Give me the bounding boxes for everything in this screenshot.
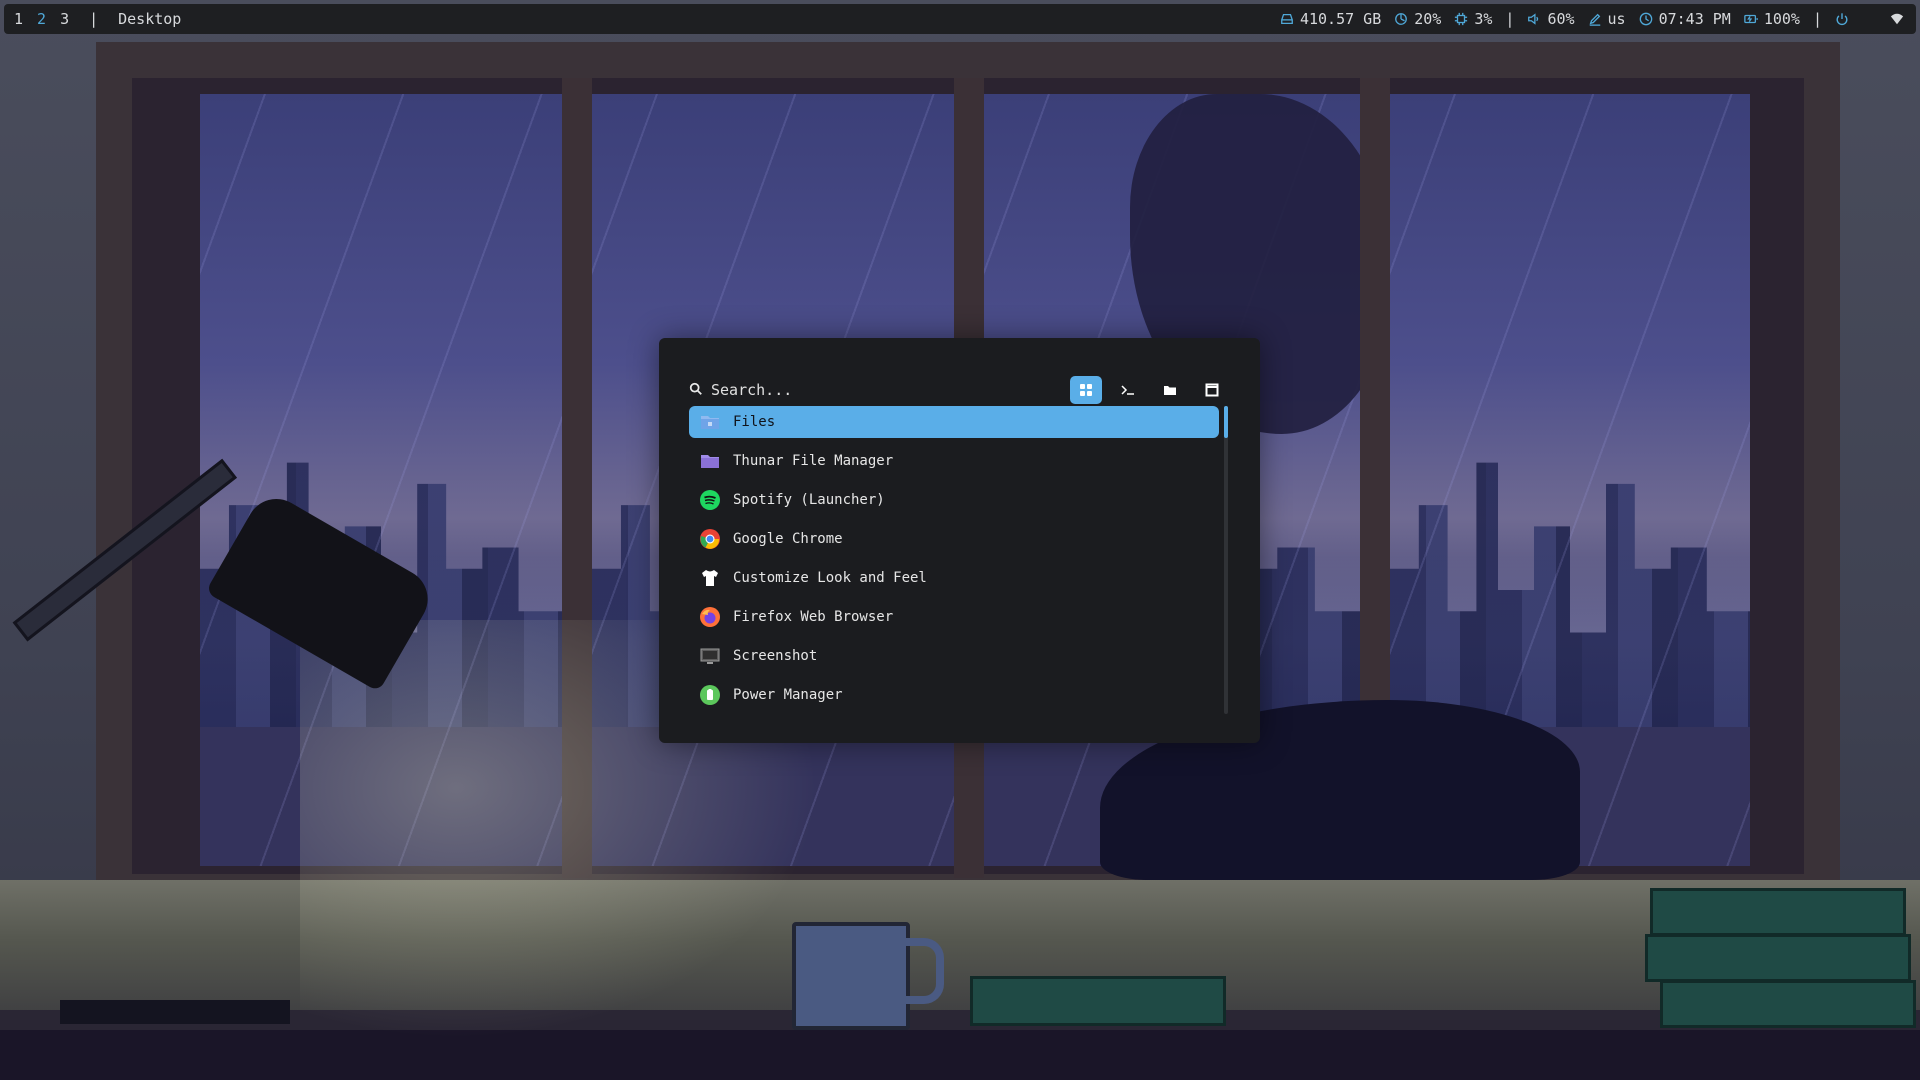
list-item[interactable]: Files — [689, 406, 1219, 438]
screenshot-icon — [699, 645, 721, 667]
coffee-mug — [792, 922, 910, 1030]
item-label: Thunar File Manager — [733, 453, 894, 469]
memory-chip-icon — [1454, 12, 1468, 26]
files-mode-button[interactable] — [1154, 376, 1186, 404]
separator: | — [89, 10, 99, 28]
book — [1645, 934, 1911, 982]
item-label: Google Chrome — [733, 531, 843, 547]
status-bar: 1 2 3 | Desktop 410.57 GB 20% 3% | 60% u… — [4, 4, 1916, 34]
battery-icon — [699, 684, 721, 706]
folder-icon — [699, 450, 721, 472]
workspace-2-button[interactable]: 2 — [37, 10, 46, 28]
workspace-3-button[interactable]: 3 — [60, 10, 69, 28]
list-item[interactable]: Thunar File Manager — [689, 445, 1219, 477]
workspace-1-button[interactable]: 1 — [14, 10, 23, 28]
windows-mode-button[interactable] — [1196, 376, 1228, 404]
cpu-value: 20% — [1414, 10, 1442, 28]
battery-value: 100% — [1763, 10, 1800, 28]
memory-indicator[interactable]: 3% — [1454, 10, 1492, 28]
keyboard-layout-indicator[interactable]: us — [1588, 10, 1626, 28]
clock-icon — [1639, 12, 1653, 26]
disk-icon — [1280, 12, 1294, 26]
shirt-icon — [699, 567, 721, 589]
window-icon — [1205, 383, 1219, 397]
memory-value: 3% — [1474, 10, 1493, 28]
pencil-icon — [1588, 12, 1602, 26]
battery-charging-icon — [1744, 12, 1758, 26]
cpu-indicator[interactable]: 20% — [1394, 10, 1441, 28]
run-mode-button[interactable] — [1112, 376, 1144, 404]
search-icon — [689, 381, 705, 397]
list-item[interactable]: Google Chrome — [689, 523, 1219, 555]
battery-indicator[interactable]: 100% — [1744, 10, 1800, 28]
firefox-icon — [699, 606, 721, 628]
item-label: Power Manager — [733, 687, 843, 703]
book — [1650, 888, 1906, 936]
files-icon — [699, 411, 721, 433]
scrollbar-thumb[interactable] — [1224, 406, 1228, 438]
cpu-gauge-icon — [1394, 12, 1408, 26]
volume-value: 60% — [1547, 10, 1575, 28]
folder-icon — [1164, 386, 1176, 395]
clock-value: 07:43 PM — [1658, 10, 1731, 28]
power-icon[interactable] — [1835, 12, 1849, 26]
keyboard-layout-value: us — [1607, 10, 1626, 28]
item-label: Firefox Web Browser — [733, 609, 894, 625]
item-label: Customize Look and Feel — [733, 570, 927, 586]
chrome-icon — [699, 528, 721, 550]
book — [1660, 980, 1916, 1028]
book — [970, 976, 1226, 1026]
wifi-icon[interactable] — [1890, 12, 1904, 26]
separator: | — [1505, 10, 1515, 28]
window-title: Desktop — [118, 10, 182, 28]
item-label: Spotify (Launcher) — [733, 492, 885, 508]
disk-value: 410.57 GB — [1299, 10, 1382, 28]
search-input[interactable] — [709, 376, 1013, 404]
volume-icon — [1527, 12, 1541, 26]
list-scrollbar[interactable] — [1224, 406, 1228, 714]
apps-mode-button[interactable] — [1070, 376, 1102, 404]
list-item[interactable]: Firefox Web Browser — [689, 601, 1219, 633]
apps-grid-icon — [1080, 384, 1092, 396]
item-label: Files — [733, 414, 776, 430]
terminal-icon — [1121, 385, 1134, 395]
list-item[interactable]: Customize Look and Feel — [689, 562, 1219, 594]
disk-indicator[interactable]: 410.57 GB — [1280, 10, 1381, 28]
list-item[interactable]: Spotify (Launcher) — [689, 484, 1219, 516]
volume-indicator[interactable]: 60% — [1527, 10, 1575, 28]
clock-indicator[interactable]: 07:43 PM — [1639, 10, 1731, 28]
search-bar — [689, 372, 1229, 406]
list-item[interactable]: Power Manager — [689, 679, 1219, 711]
list-item[interactable]: Screenshot — [689, 640, 1219, 672]
app-list: Files Thunar File Manager Spotify (Launc… — [689, 406, 1219, 718]
item-label: Screenshot — [733, 648, 818, 664]
app-launcher: Files Thunar File Manager Spotify (Launc… — [659, 338, 1260, 743]
separator: | — [1812, 10, 1822, 28]
spotify-icon — [699, 489, 721, 511]
